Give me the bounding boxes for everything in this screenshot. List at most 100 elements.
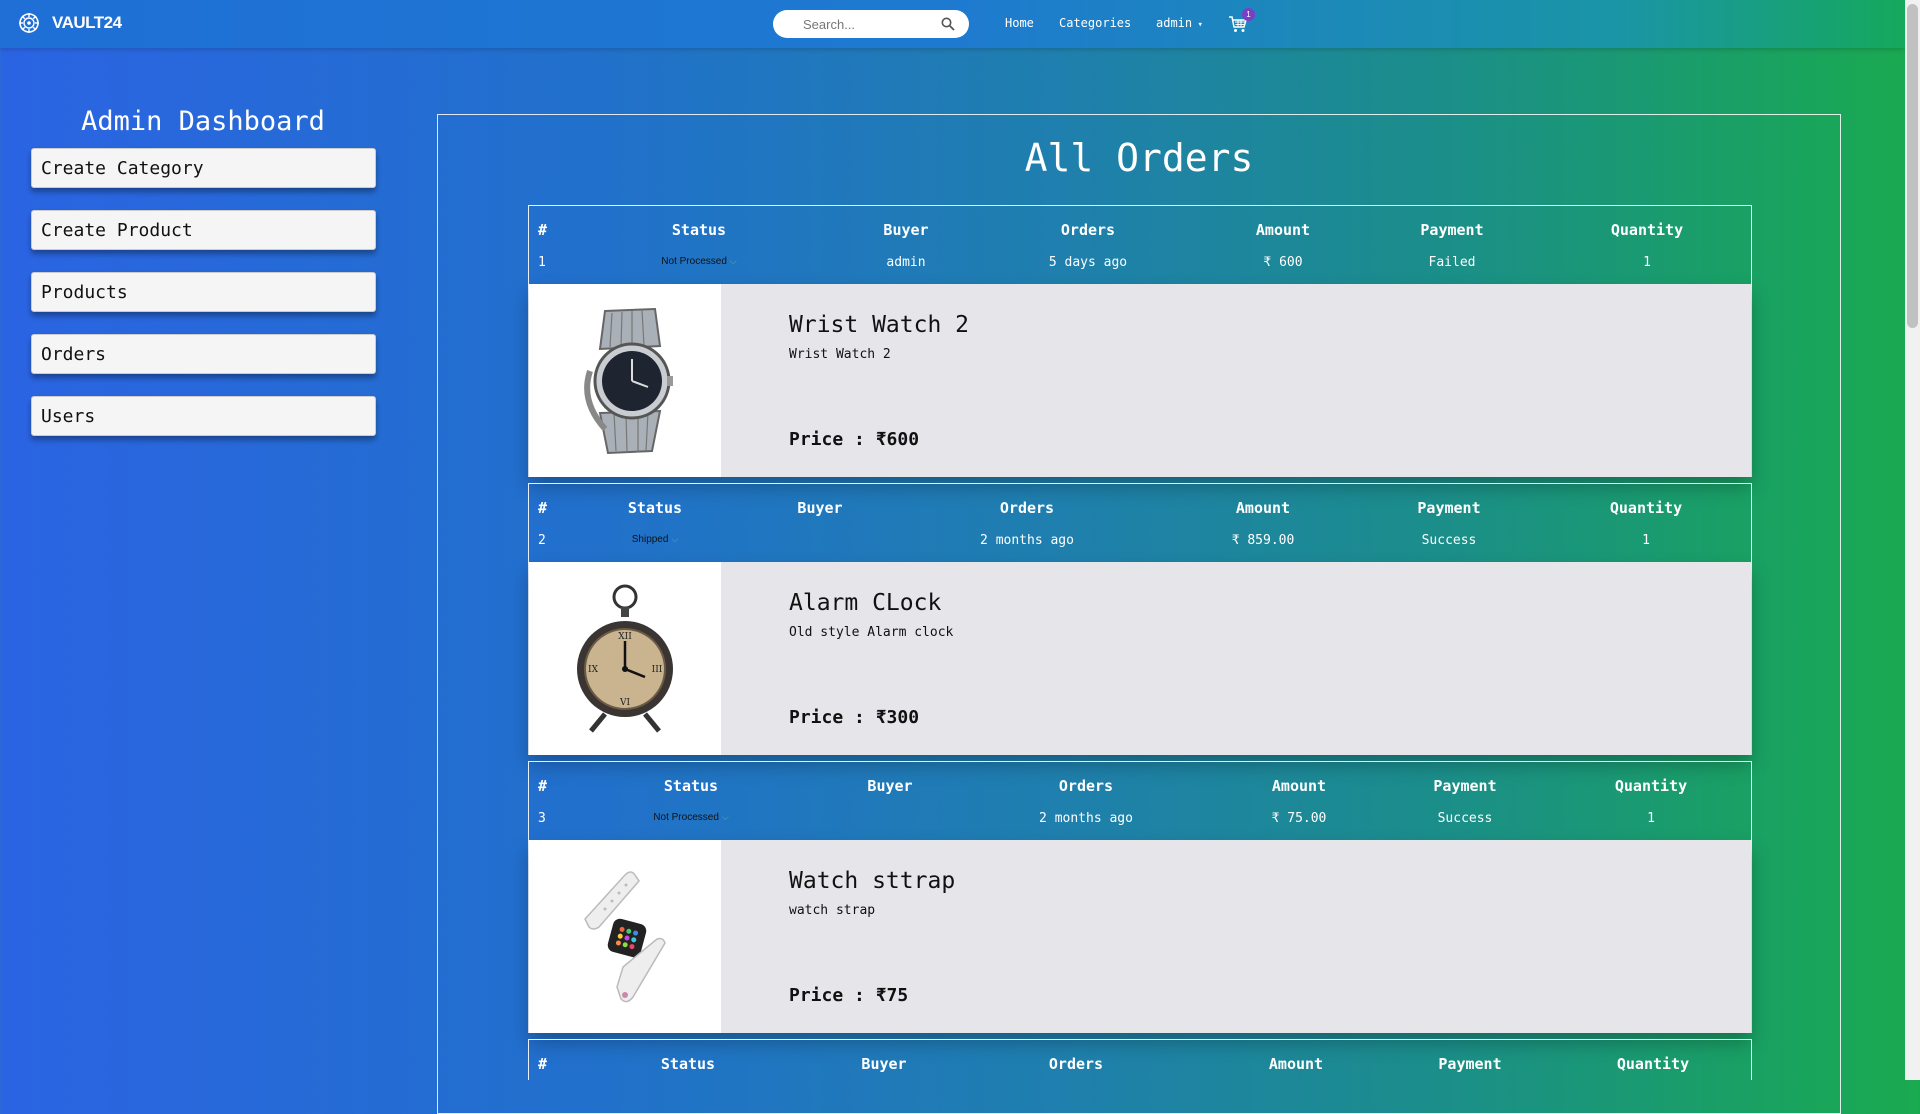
navbar: VAULT24 Home Categories admin ▾ 1 [0, 0, 1905, 48]
search-icon[interactable] [941, 17, 955, 31]
svg-text:VI: VI [619, 698, 630, 708]
nav-user-label: admin [1156, 16, 1193, 30]
order-quantity: 1 [1643, 255, 1651, 270]
sidebar-item-create-category[interactable]: Create Category [31, 148, 376, 188]
order-table-header: # Status Buyer Orders Amount Payment Qua… [529, 1039, 1751, 1080]
nav-categories-link[interactable]: Categories [1059, 16, 1131, 30]
scrollbar-track[interactable] [1905, 0, 1920, 1080]
product-price: Price : ₹600 [789, 429, 920, 450]
svg-text:IX: IX [588, 665, 599, 675]
brand[interactable]: VAULT24 [18, 12, 122, 34]
order-block: # Status Buyer Orders Amount Payment Qua… [528, 761, 1752, 1033]
cart-count-badge: 1 [1242, 8, 1255, 21]
svg-text:III: III [652, 665, 663, 675]
order-number: 1 [538, 255, 546, 270]
order-table-header: # Status Buyer Orders Amount Payment Qua… [529, 761, 1751, 840]
order-date: 2 months ago [980, 533, 1074, 548]
product-name: Alarm CLock [789, 590, 942, 616]
chevron-down-icon: ⌵ [671, 534, 679, 544]
status-value: Not Processed [653, 812, 719, 823]
order-payment: Success [1421, 533, 1477, 548]
sidebar-item-create-product[interactable]: Create Product [31, 210, 376, 250]
status-select[interactable]: Not Processed ⌵ [661, 256, 736, 267]
order-payment: Success [1437, 811, 1493, 826]
wrist-watch-icon [584, 307, 673, 454]
order-number: 3 [538, 811, 546, 826]
col-header-buyer: Buyer [883, 221, 929, 239]
col-header-buyer: Buyer [867, 777, 913, 795]
svg-text:XII: XII [618, 632, 632, 642]
product-description: Wrist Watch 2 [789, 347, 891, 362]
col-header-quantity: Quantity [1609, 499, 1683, 517]
product-image [529, 840, 721, 1033]
product-price: Price : ₹300 [789, 707, 920, 728]
col-header-payment: Payment [1417, 499, 1481, 517]
col-header-payment: Payment [1433, 777, 1497, 795]
order-block: # Status Buyer Orders Amount Payment Qua… [528, 205, 1752, 477]
col-header-payment: Payment [1420, 221, 1484, 239]
chevron-down-icon: ⌵ [729, 256, 737, 266]
brand-name: VAULT24 [52, 13, 122, 32]
order-amount: ₹ 859.00 [1231, 533, 1295, 548]
col-header-number: # [538, 1055, 548, 1073]
col-header-orders: Orders [1048, 1055, 1104, 1073]
caret-down-icon: ▾ [1192, 20, 1203, 30]
col-header-amount: Amount [1235, 499, 1291, 517]
watch-strap-icon [584, 870, 666, 1002]
col-header-status: Status [663, 777, 719, 795]
order-amount: ₹ 75.00 [1271, 811, 1327, 826]
product-image [529, 284, 721, 477]
page-title: All Orders [1024, 136, 1254, 180]
col-header-buyer: Buyer [797, 499, 843, 517]
col-header-orders: Orders [1058, 777, 1114, 795]
nav-user-dropdown[interactable]: admin ▾ [1156, 16, 1203, 30]
order-number: 2 [538, 533, 546, 548]
product-card: XII III VI IX Alarm CLock Old style Alarm … [529, 562, 1751, 755]
search-input[interactable] [801, 15, 935, 33]
product-name: Wrist Watch 2 [789, 312, 970, 338]
col-header-quantity: Quantity [1610, 221, 1684, 239]
order-buyer: admin [886, 255, 926, 270]
product-card: Wrist Watch 2 Wrist Watch 2 Price : ₹600 [529, 284, 1751, 477]
product-image: XII III VI IX [529, 562, 721, 755]
col-header-status: Status [671, 221, 727, 239]
sidebar-item-orders[interactable]: Orders [31, 334, 376, 374]
chevron-down-icon: ⌵ [721, 812, 729, 822]
order-quantity: 1 [1642, 533, 1650, 548]
col-header-number: # [538, 777, 548, 795]
order-quantity: 1 [1647, 811, 1655, 826]
sidebar-title: Admin Dashboard [81, 106, 325, 137]
sidebar-item-users[interactable]: Users [31, 396, 376, 436]
status-select[interactable]: Not Processed ⌵ [653, 812, 728, 823]
col-header-amount: Amount [1271, 777, 1327, 795]
order-date: 5 days ago [1048, 255, 1128, 270]
col-header-status: Status [660, 1055, 716, 1073]
product-name: Watch sttrap [789, 868, 956, 894]
status-value: Not Processed [661, 256, 727, 267]
order-amount: ₹ 600 [1263, 255, 1303, 270]
order-payment: Failed [1428, 255, 1476, 270]
order-table-header: # Status Buyer Orders Amount Payment Qua… [529, 483, 1751, 562]
product-price: Price : ₹75 [789, 985, 909, 1006]
status-value: Shipped [631, 534, 669, 545]
col-header-status: Status [627, 499, 683, 517]
status-select[interactable]: Shipped ⌵ [632, 534, 679, 545]
col-header-amount: Amount [1268, 1055, 1324, 1073]
scrollbar-thumb[interactable] [1907, 4, 1918, 328]
order-block: # Status Buyer Orders Amount Payment Qua… [528, 1039, 1752, 1080]
col-header-buyer: Buyer [861, 1055, 907, 1073]
col-header-orders: Orders [1060, 221, 1116, 239]
col-header-number: # [538, 499, 548, 517]
nav-home-link[interactable]: Home [1005, 16, 1034, 30]
order-date: 2 months ago [1039, 811, 1133, 826]
product-card: Watch sttrap watch strap Price : ₹75 [529, 840, 1751, 1033]
col-header-amount: Amount [1255, 221, 1311, 239]
search-bar [773, 10, 969, 38]
alarm-clock-icon: XII III VI IX [577, 584, 673, 733]
sidebar-item-products[interactable]: Products [31, 272, 376, 312]
vault-logo-icon [19, 13, 39, 33]
order-table-header: # Status Buyer Orders Amount Payment Qua… [529, 205, 1751, 284]
col-header-payment: Payment [1438, 1055, 1502, 1073]
col-header-orders: Orders [999, 499, 1055, 517]
col-header-quantity: Quantity [1614, 777, 1688, 795]
